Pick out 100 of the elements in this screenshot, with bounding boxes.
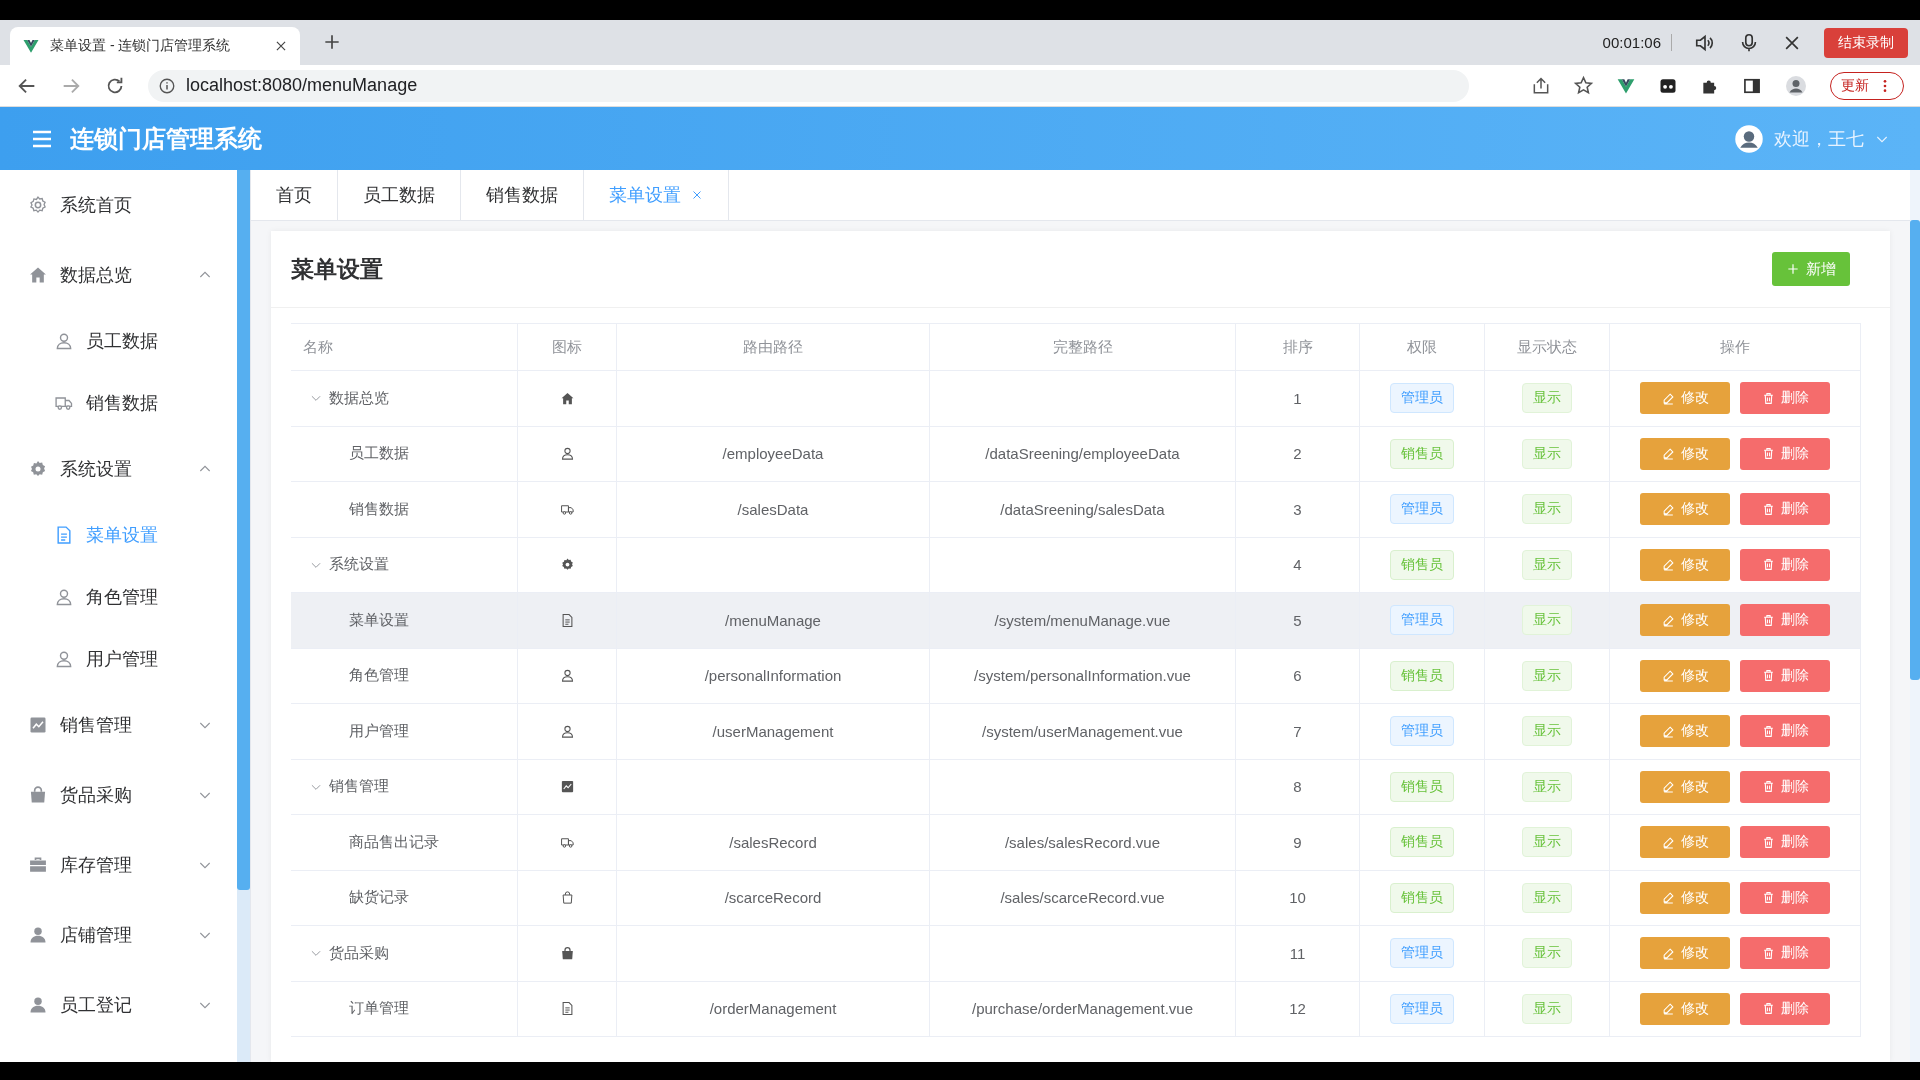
table-cell: 订单管理 bbox=[349, 999, 409, 1019]
add-button[interactable]: 新增 bbox=[1772, 252, 1850, 286]
address-field[interactable]: localhost:8080/menuManage bbox=[148, 69, 1469, 102]
sidebar-item[interactable]: 库存管理 bbox=[0, 830, 237, 900]
pencil-icon bbox=[1661, 669, 1675, 683]
delete-button[interactable]: 删除 bbox=[1740, 659, 1830, 692]
role-tag: 管理员 bbox=[1390, 993, 1454, 1024]
update-button[interactable]: 更新 bbox=[1830, 71, 1904, 100]
delete-button[interactable]: 删除 bbox=[1740, 382, 1830, 415]
delete-button[interactable]: 删除 bbox=[1740, 770, 1830, 803]
edit-button[interactable]: 修改 bbox=[1640, 382, 1730, 415]
role-tag: 管理员 bbox=[1390, 494, 1454, 525]
settings-icon bbox=[28, 195, 48, 215]
role-tag: 管理员 bbox=[1390, 605, 1454, 636]
welcome-text: 欢迎，王七 bbox=[1774, 127, 1864, 151]
person-icon bbox=[54, 587, 74, 607]
edit-button[interactable]: 修改 bbox=[1640, 881, 1730, 914]
delete-button[interactable]: 删除 bbox=[1740, 826, 1830, 859]
scrollbar[interactable] bbox=[1910, 170, 1920, 1062]
sidebar-item[interactable]: 货品采购 bbox=[0, 760, 237, 830]
pencil-icon bbox=[1661, 946, 1675, 960]
delete-button[interactable]: 删除 bbox=[1740, 548, 1830, 581]
briefcase-icon bbox=[28, 855, 48, 875]
sidebar-item[interactable]: 数据总览 bbox=[0, 240, 237, 310]
edit-button[interactable]: 修改 bbox=[1640, 548, 1730, 581]
status-tag: 显示 bbox=[1522, 993, 1572, 1024]
delete-button[interactable]: 删除 bbox=[1740, 881, 1830, 914]
house-icon bbox=[28, 265, 48, 285]
column-header: 排序 bbox=[1236, 323, 1360, 371]
table-cell: /purchase/orderManagement.vue bbox=[972, 1000, 1193, 1018]
role-tag: 管理员 bbox=[1390, 383, 1454, 414]
status-tag: 显示 bbox=[1522, 716, 1572, 747]
browser-tab[interactable]: 菜单设置 - 连锁门店管理系统 bbox=[10, 27, 300, 65]
gear-icon bbox=[28, 459, 48, 479]
table-cell: 销售数据 bbox=[349, 499, 409, 519]
edit-button[interactable]: 修改 bbox=[1640, 437, 1730, 470]
edit-button[interactable]: 修改 bbox=[1640, 826, 1730, 859]
column-header: 完整路径 bbox=[930, 323, 1236, 371]
logo-icon bbox=[22, 37, 40, 55]
bag-icon bbox=[28, 785, 48, 805]
close-icon[interactable] bbox=[274, 39, 288, 53]
edit-button[interactable]: 修改 bbox=[1640, 715, 1730, 748]
delete-button[interactable]: 删除 bbox=[1740, 715, 1830, 748]
sidebar-item[interactable]: 角色管理 bbox=[0, 566, 237, 628]
edit-button[interactable]: 修改 bbox=[1640, 659, 1730, 692]
house-icon bbox=[559, 390, 575, 406]
recording-timer: 00:01:06 bbox=[1602, 34, 1672, 51]
person-icon bbox=[559, 723, 575, 739]
pencil-icon bbox=[1661, 447, 1675, 461]
profile-icon[interactable] bbox=[1784, 73, 1808, 98]
sidebar-item[interactable]: 用户管理 bbox=[0, 628, 237, 690]
edit-button[interactable]: 修改 bbox=[1640, 992, 1730, 1025]
delete-button[interactable]: 删除 bbox=[1740, 604, 1830, 637]
sidebar-item[interactable]: 员工数据 bbox=[0, 310, 237, 372]
edit-button[interactable]: 修改 bbox=[1640, 493, 1730, 526]
delete-button[interactable]: 删除 bbox=[1740, 493, 1830, 526]
person-icon bbox=[54, 649, 74, 669]
table-cell: /salesRecord bbox=[729, 833, 817, 851]
document-icon bbox=[559, 612, 575, 628]
table-cell: 用户管理 bbox=[349, 721, 409, 741]
stop-recording-button[interactable]: 结束录制 bbox=[1824, 27, 1908, 58]
delete-button[interactable]: 删除 bbox=[1740, 937, 1830, 970]
status-tag: 显示 bbox=[1522, 771, 1572, 802]
pencil-icon bbox=[1661, 780, 1675, 794]
role-tag: 管理员 bbox=[1390, 938, 1454, 969]
sidebar-item[interactable]: 店铺管理 bbox=[0, 900, 237, 970]
scrollbar[interactable] bbox=[237, 170, 250, 1062]
trash-icon bbox=[1761, 447, 1775, 461]
delete-button[interactable]: 删除 bbox=[1740, 992, 1830, 1025]
column-header: 图标 bbox=[518, 323, 617, 371]
edit-button[interactable]: 修改 bbox=[1640, 937, 1730, 970]
sidebar-item[interactable]: 销售管理 bbox=[0, 690, 237, 760]
trash-icon bbox=[1761, 669, 1775, 683]
star-icon[interactable] bbox=[1573, 75, 1594, 96]
trash-icon bbox=[1761, 1002, 1775, 1016]
pencil-icon bbox=[1661, 891, 1675, 905]
trash-icon bbox=[1761, 835, 1775, 849]
document-icon bbox=[559, 1001, 575, 1017]
role-tag: 销售员 bbox=[1390, 882, 1454, 913]
sidebar-item[interactable]: 销售数据 bbox=[0, 372, 237, 434]
table-cell: 系统设置 bbox=[329, 555, 389, 575]
pencil-icon bbox=[1661, 613, 1675, 627]
trash-icon bbox=[1761, 780, 1775, 794]
sidebar-item[interactable]: 系统设置 bbox=[0, 434, 237, 504]
plus-icon bbox=[1786, 262, 1800, 276]
person-icon bbox=[28, 995, 48, 1015]
sidebar-item[interactable]: 菜单设置 bbox=[0, 504, 237, 566]
sidebar-item[interactable]: 系统首页 bbox=[0, 170, 237, 240]
share-icon[interactable] bbox=[1531, 75, 1551, 96]
delete-button[interactable]: 删除 bbox=[1740, 437, 1830, 470]
table-cell: 员工数据 bbox=[349, 444, 409, 464]
new-tab-icon[interactable] bbox=[322, 32, 342, 52]
document-icon bbox=[54, 525, 74, 545]
edit-button[interactable]: 修改 bbox=[1640, 604, 1730, 637]
table-cell: 缺货记录 bbox=[349, 888, 409, 908]
person-icon bbox=[559, 668, 575, 684]
sidebar-item[interactable]: 员工登记 bbox=[0, 970, 237, 1040]
table-cell: /salesData bbox=[737, 500, 809, 518]
edit-button[interactable]: 修改 bbox=[1640, 770, 1730, 803]
table-cell: /personalInformation bbox=[704, 667, 842, 685]
